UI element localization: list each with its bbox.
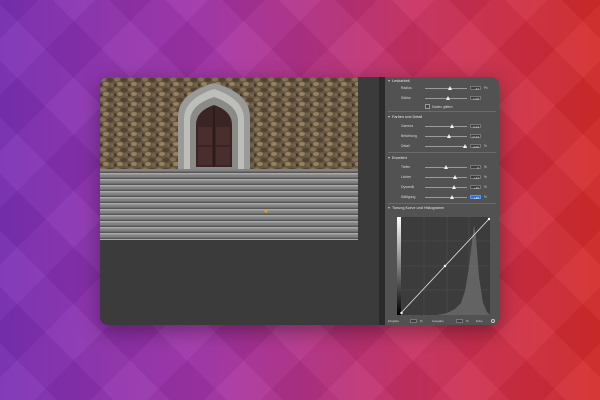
curve-io-bar: Eingabe % Ausgabe % Ecke <box>388 318 498 324</box>
value-field[interactable]: +0,34 <box>470 134 481 139</box>
slider-row-detail: Detail +100 % <box>395 143 495 149</box>
slider-thumb[interactable] <box>449 194 454 199</box>
slider-row-radius: Radius 67 Px <box>395 85 495 91</box>
unit-label: % <box>484 165 487 169</box>
value-field[interactable]: +39 <box>470 185 481 190</box>
value-field[interactable]: +44 <box>470 175 481 180</box>
settings-panel: Lesbarkeit Radius 67 Px Stärke 1,08 Kant… <box>385 77 499 325</box>
slider-label: Tiefen <box>401 165 411 169</box>
slider-row-tiefen: Tiefen 0 % <box>395 164 495 170</box>
value-field[interactable]: +100 <box>470 144 481 149</box>
slider-thumb[interactable] <box>447 133 452 138</box>
unit-label: Px <box>484 86 488 90</box>
value-field[interactable]: 67 <box>470 86 481 91</box>
collapse-triangle-icon[interactable] <box>388 79 390 82</box>
input-label: Eingabe <box>388 319 400 323</box>
output-value-field[interactable] <box>456 319 463 323</box>
collapse-triangle-icon[interactable] <box>388 115 390 118</box>
slider-row-belichtung: Belichtung +0,34 <box>395 133 495 139</box>
collapse-triangle-icon[interactable] <box>388 156 390 159</box>
slider-label: Dynamik <box>401 185 415 189</box>
checkbox-label: Kanten glätten <box>432 104 453 109</box>
value-field[interactable]: 0 <box>470 165 481 170</box>
collapse-triangle-icon[interactable] <box>388 206 390 209</box>
slider-thumb[interactable] <box>450 123 455 128</box>
slider-row-dynamik: Dynamik +39 % <box>395 184 495 190</box>
tone-curve-histogram[interactable] <box>397 217 491 315</box>
value-field[interactable]: 1,08 <box>470 96 481 101</box>
slider-track[interactable] <box>425 187 467 188</box>
section-lesbarkeit-header[interactable]: Lesbarkeit <box>388 78 410 83</box>
slider-track[interactable] <box>425 88 467 89</box>
slider-track[interactable] <box>425 126 467 127</box>
output-unit: % <box>466 319 469 323</box>
unit-label: % <box>484 195 487 199</box>
section-title: Lesbarkeit <box>392 78 410 83</box>
section-title: Tonung Kurve und Histogramm <box>392 205 445 210</box>
slider-thumb[interactable] <box>444 164 448 169</box>
slider-thumb[interactable] <box>446 95 451 100</box>
slider-thumb[interactable] <box>448 85 453 90</box>
separator <box>388 203 496 204</box>
separator <box>388 152 496 153</box>
unit-label: % <box>484 185 487 189</box>
input-value-field[interactable] <box>410 319 417 323</box>
slider-label: Lichter <box>401 175 412 179</box>
hdr-tonung-dialog: Lesbarkeit Radius 67 Px Stärke 1,08 Kant… <box>100 77 499 325</box>
section-farben-header[interactable]: Farben und Detail <box>388 114 422 119</box>
slider-label: Stärke <box>401 96 411 100</box>
preview-image-church-door <box>100 77 358 240</box>
checkbox[interactable] <box>425 104 430 109</box>
slider-thumb[interactable] <box>453 174 458 179</box>
section-title: Erweitert <box>392 155 407 160</box>
slider-label: Belichtung <box>401 134 417 138</box>
unit-label: % <box>484 175 487 179</box>
section-title: Farben und Detail <box>392 114 423 119</box>
mode-select[interactable]: Ecke <box>476 319 483 323</box>
slider-row-staerke: Stärke 1,08 <box>395 95 495 101</box>
slider-track[interactable] <box>425 136 467 137</box>
slider-thumb[interactable] <box>462 143 467 148</box>
slider-row-saettigung: Sättigung +29 % <box>395 194 495 200</box>
slider-row-gamma: Gamma 0,29 <box>395 123 495 129</box>
slider-label: Detail <box>401 144 410 148</box>
preview-canvas <box>100 77 379 325</box>
output-label: Ausgabe <box>432 319 444 323</box>
separator <box>388 111 496 112</box>
slider-track[interactable] <box>425 146 467 147</box>
slider-row-lichter: Lichter +44 % <box>395 174 495 180</box>
curve-svg <box>397 217 491 315</box>
slider-label: Sättigung <box>401 195 416 199</box>
kanten-glaetten-option[interactable]: Kanten glätten <box>425 104 453 109</box>
slider-thumb[interactable] <box>452 184 457 189</box>
slider-label: Gamma <box>401 124 414 128</box>
input-unit: % <box>420 319 423 323</box>
value-field-active[interactable]: +29 <box>470 195 481 200</box>
reset-icon[interactable] <box>491 319 495 323</box>
photo-svg <box>100 77 358 240</box>
section-erweitert-header[interactable]: Erweitert <box>388 155 407 160</box>
unit-label: % <box>484 144 487 148</box>
slider-label: Radius <box>401 86 412 90</box>
section-kurve-header[interactable]: Tonung Kurve und Histogramm <box>388 205 444 210</box>
value-field[interactable]: 0,29 <box>470 124 481 129</box>
slider-track[interactable] <box>425 177 467 178</box>
slider-track[interactable] <box>425 197 467 198</box>
